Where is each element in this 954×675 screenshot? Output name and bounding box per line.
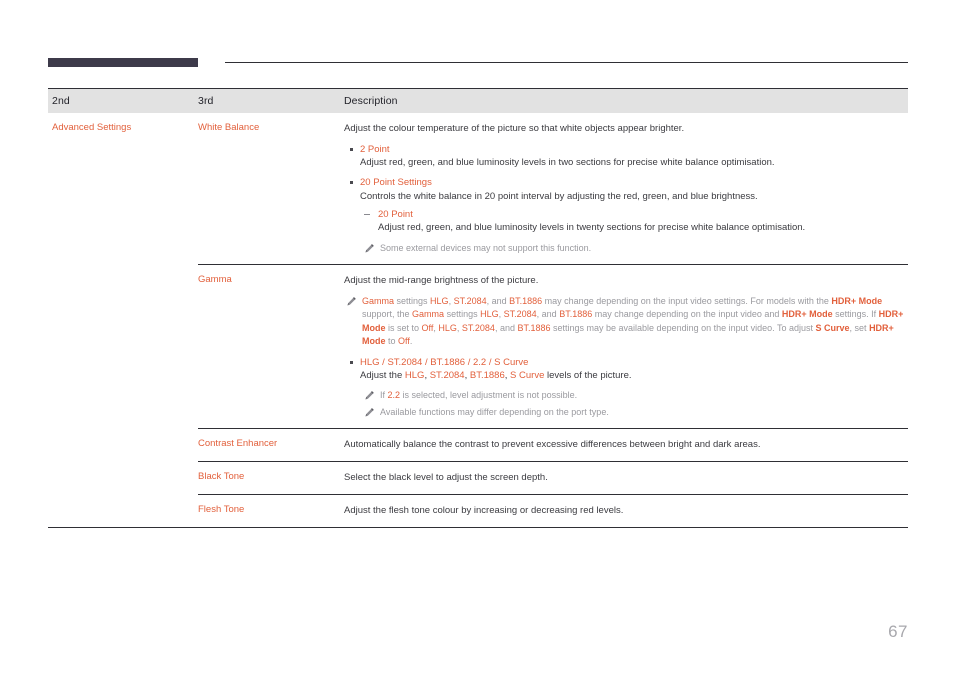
note-line: Some external devices may not support th… bbox=[362, 242, 908, 256]
description-intro: Adjust the colour temperature of the pic… bbox=[344, 123, 685, 134]
running-header bbox=[48, 56, 908, 70]
table-row: Contrast Enhancer Automatically balance … bbox=[48, 428, 908, 461]
pencil-icon bbox=[346, 296, 357, 307]
note-text: If 2.2 is selected, level adjustment is … bbox=[380, 390, 578, 401]
note-line: If 2.2 is selected, level adjustment is … bbox=[362, 389, 908, 403]
column-header-2nd: 2nd bbox=[52, 95, 70, 107]
note-text: Gamma settings HLG, ST.2084, and BT.1886… bbox=[362, 295, 904, 347]
header-rule bbox=[225, 62, 908, 63]
cell-2nd-level bbox=[48, 428, 198, 461]
cell-2nd-level bbox=[48, 461, 198, 494]
sub-bullet-list: 20 Point Adjust red, green, and blue lum… bbox=[360, 208, 908, 235]
column-header-3rd: 3rd bbox=[198, 95, 214, 107]
settings-table: 2nd 3rd Description Advanced Settings Wh… bbox=[48, 88, 908, 528]
bullet-title: HLG / ST.2084 / BT.1886 / 2.2 / S Curve bbox=[360, 356, 529, 368]
cell-description: Adjust the colour temperature of the pic… bbox=[344, 113, 908, 264]
column-header-description: Description bbox=[344, 95, 398, 107]
table-row: Flesh Tone Adjust the flesh tone colour … bbox=[48, 493, 908, 527]
table-bottom-border bbox=[48, 526, 908, 528]
cell-2nd-level bbox=[48, 494, 198, 527]
description-intro: Automatically balance the contrast to pr… bbox=[344, 439, 761, 451]
description-intro: Adjust the mid-range brightness of the p… bbox=[344, 275, 539, 287]
note-line: Gamma settings HLG, ST.2084, and BT.1886… bbox=[344, 295, 908, 349]
note-text: Some external devices may not support th… bbox=[380, 242, 592, 253]
pencil-icon bbox=[364, 390, 375, 401]
note-text: Available functions may differ depending… bbox=[380, 406, 609, 417]
pencil-icon bbox=[364, 407, 375, 418]
description-intro: Adjust the flesh tone colour by increasi… bbox=[344, 504, 624, 516]
sub-bullet-item: 20 Point Adjust red, green, and blue lum… bbox=[360, 208, 908, 235]
cell-3rd-level: Contrast Enhancer bbox=[198, 428, 344, 461]
sub-bullet-body: Adjust red, green, and blue luminosity l… bbox=[378, 222, 806, 234]
bullet-body: Adjust red, green, and blue luminosity l… bbox=[360, 157, 775, 169]
bullet-body: Controls the white balance in 20 point i… bbox=[360, 190, 758, 202]
cell-description: Adjust the mid-range brightness of the p… bbox=[344, 264, 908, 428]
document-page: 2nd 3rd Description Advanced Settings Wh… bbox=[0, 0, 954, 675]
cell-description: Automatically balance the contrast to pr… bbox=[344, 428, 908, 461]
table-row: Gamma Adjust the mid-range brightness of… bbox=[48, 264, 908, 428]
table-row: Advanced Settings White Balance Adjust t… bbox=[48, 113, 908, 264]
cell-description: Adjust the flesh tone colour by increasi… bbox=[344, 493, 908, 527]
header-accent-bar bbox=[48, 58, 198, 67]
bullet-body: Adjust the HLG, ST.2084, BT.1886, S Curv… bbox=[360, 370, 632, 382]
description-intro: Select the black level to adjust the scr… bbox=[344, 472, 548, 484]
bullet-title: 20 Point Settings bbox=[360, 177, 432, 189]
cell-2nd-level bbox=[48, 264, 198, 428]
cell-2nd-level: Advanced Settings bbox=[52, 122, 132, 133]
pencil-icon bbox=[364, 243, 375, 254]
bullet-list: 2 Point Adjust red, green, and blue lumi… bbox=[344, 143, 908, 235]
cell-3rd-level: Black Tone bbox=[198, 461, 344, 494]
cell-description: Select the black level to adjust the scr… bbox=[344, 461, 908, 494]
bullet-item: HLG / ST.2084 / BT.1886 / 2.2 / S Curve … bbox=[344, 356, 908, 383]
bullet-list: HLG / ST.2084 / BT.1886 / 2.2 / S Curve … bbox=[344, 356, 908, 383]
cell-3rd-level: White Balance bbox=[198, 122, 260, 133]
table-header-row: 2nd 3rd Description bbox=[48, 88, 908, 113]
table-row: Black Tone Select the black level to adj… bbox=[48, 461, 908, 494]
cell-3rd-level: Flesh Tone bbox=[198, 493, 344, 527]
bullet-item: 20 Point Settings Controls the white bal… bbox=[344, 176, 908, 234]
cell-3rd-level: Gamma bbox=[198, 264, 344, 428]
bullet-title: 2 Point bbox=[360, 143, 390, 155]
bullet-item: 2 Point Adjust red, green, and blue lumi… bbox=[344, 143, 908, 170]
sub-bullet-title: 20 Point bbox=[378, 208, 413, 220]
note-line: Available functions may differ depending… bbox=[362, 406, 908, 420]
page-number: 67 bbox=[888, 622, 908, 641]
